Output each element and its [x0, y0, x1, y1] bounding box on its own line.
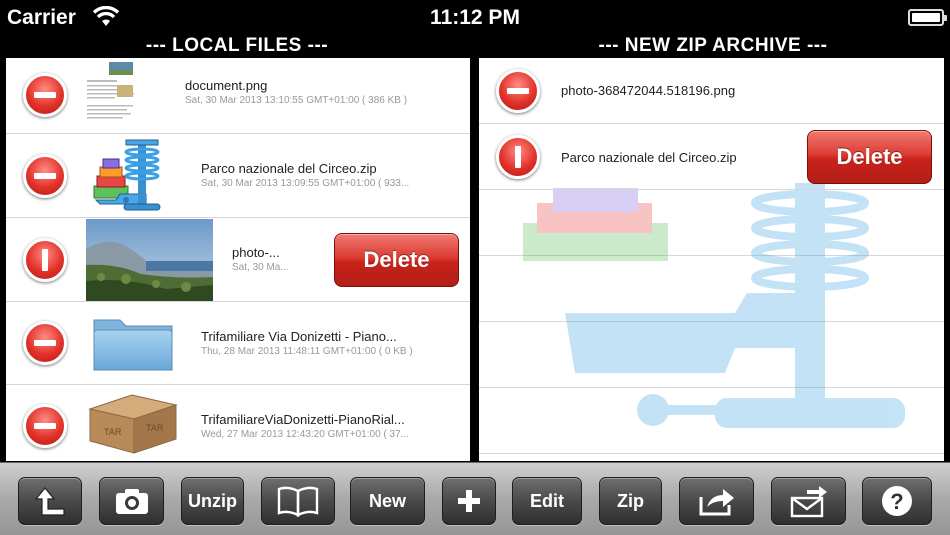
delete-toggle-minus-icon[interactable]: [23, 154, 67, 198]
file-meta: Sat, 30 Mar 2013 13:09:55 GMT+01:00 ( 93…: [201, 178, 410, 189]
file-meta: Sat, 30 Mar 2013 13:10:55 GMT+01:00 ( 38…: [185, 95, 408, 106]
document-thumbnail: [84, 60, 139, 126]
file-meta: Wed, 27 Mar 2013 12:43:20 GMT+01:00 ( 37…: [201, 429, 409, 440]
folder-icon: [90, 314, 176, 374]
zip-watermark-icon: [523, 183, 905, 428]
list-item[interactable]: document.png Sat, 30 Mar 2013 13:10:55 G…: [6, 58, 470, 134]
email-button[interactable]: [771, 477, 846, 525]
delete-toggle-minus-icon[interactable]: [23, 404, 67, 448]
local-files-list[interactable]: document.png Sat, 30 Mar 2013 13:10:55 G…: [6, 58, 470, 461]
tar-box-icon: TAR TAR: [84, 391, 180, 455]
delete-toggle-minus-icon[interactable]: [23, 73, 67, 117]
file-meta: Sat, 30 Ma...: [232, 262, 289, 273]
list-item[interactable]: Parco nazionale del Circeo.zip Delete: [479, 124, 944, 190]
plus-icon: [458, 490, 480, 512]
share-button[interactable]: [679, 477, 754, 525]
delete-toggle-minus-icon[interactable]: [496, 135, 540, 179]
status-bar: Carrier 11:12 PM: [0, 0, 950, 36]
add-button[interactable]: [442, 477, 496, 525]
new-zip-archive-list[interactable]: photo-368472044.518196.png Parco naziona…: [479, 58, 944, 461]
zip-button[interactable]: Zip: [599, 477, 662, 525]
file-name: Trifamiliare Via Donizetti - Piano...: [201, 329, 397, 344]
file-name: TrifamiliareViaDonizetti-PianoRial...: [201, 412, 405, 427]
tar-label-right: TAR: [146, 423, 164, 433]
file-name: photo-368472044.518196.png: [561, 83, 736, 98]
file-name: document.png: [185, 78, 268, 93]
delete-toggle-minus-icon[interactable]: [23, 238, 67, 282]
mail-icon: [790, 486, 827, 518]
delete-toggle-minus-icon[interactable]: [23, 321, 67, 365]
list-item[interactable]: Parco nazionale del Circeo.zip Sat, 30 M…: [6, 134, 470, 218]
new-zip-archive-title: --- NEW ZIP ARCHIVE ---: [598, 35, 828, 56]
book-button[interactable]: [261, 477, 335, 525]
parent-folder-button[interactable]: [18, 477, 82, 525]
local-files-title: --- LOCAL FILES ---: [145, 35, 329, 56]
file-name: Parco nazionale del Circeo.zip: [561, 150, 737, 165]
edit-button[interactable]: Edit: [512, 477, 582, 525]
list-item[interactable]: Trifamiliare Via Donizetti - Piano... Th…: [6, 302, 470, 385]
help-icon: ?: [882, 486, 912, 516]
svg-text:?: ?: [890, 489, 903, 514]
list-item[interactable]: photo-368472044.518196.png: [479, 58, 944, 124]
tar-label-left: TAR: [104, 427, 122, 437]
delete-button[interactable]: Delete: [334, 233, 459, 287]
new-button[interactable]: New: [350, 477, 425, 525]
help-button[interactable]: ?: [862, 477, 932, 525]
photo-thumbnail: [86, 219, 213, 301]
delete-button[interactable]: Delete: [807, 130, 932, 184]
battery-icon: [908, 9, 947, 26]
unzip-button[interactable]: Unzip: [181, 477, 244, 525]
status-time: 11:12 PM: [430, 6, 520, 29]
book-icon: [277, 486, 319, 517]
camera-button[interactable]: [99, 477, 164, 525]
arrow-up-icon: [34, 487, 65, 516]
share-icon: [699, 489, 734, 516]
zip-archive-icon: [86, 138, 176, 214]
bottom-toolbar: Unzip New Edit Zip ?: [0, 462, 950, 535]
list-item[interactable]: photo-... Sat, 30 Ma... Delete: [6, 218, 470, 302]
list-item[interactable]: TAR TAR TrifamiliareViaDonizetti-PianoRi…: [6, 385, 470, 461]
delete-toggle-minus-icon[interactable]: [496, 69, 540, 113]
file-name: photo-...: [232, 245, 280, 260]
file-name: Parco nazionale del Circeo.zip: [201, 161, 377, 176]
camera-icon: [115, 489, 148, 514]
file-meta: Thu, 28 Mar 2013 11:48:11 GMT+01:00 ( 0 …: [201, 346, 413, 357]
